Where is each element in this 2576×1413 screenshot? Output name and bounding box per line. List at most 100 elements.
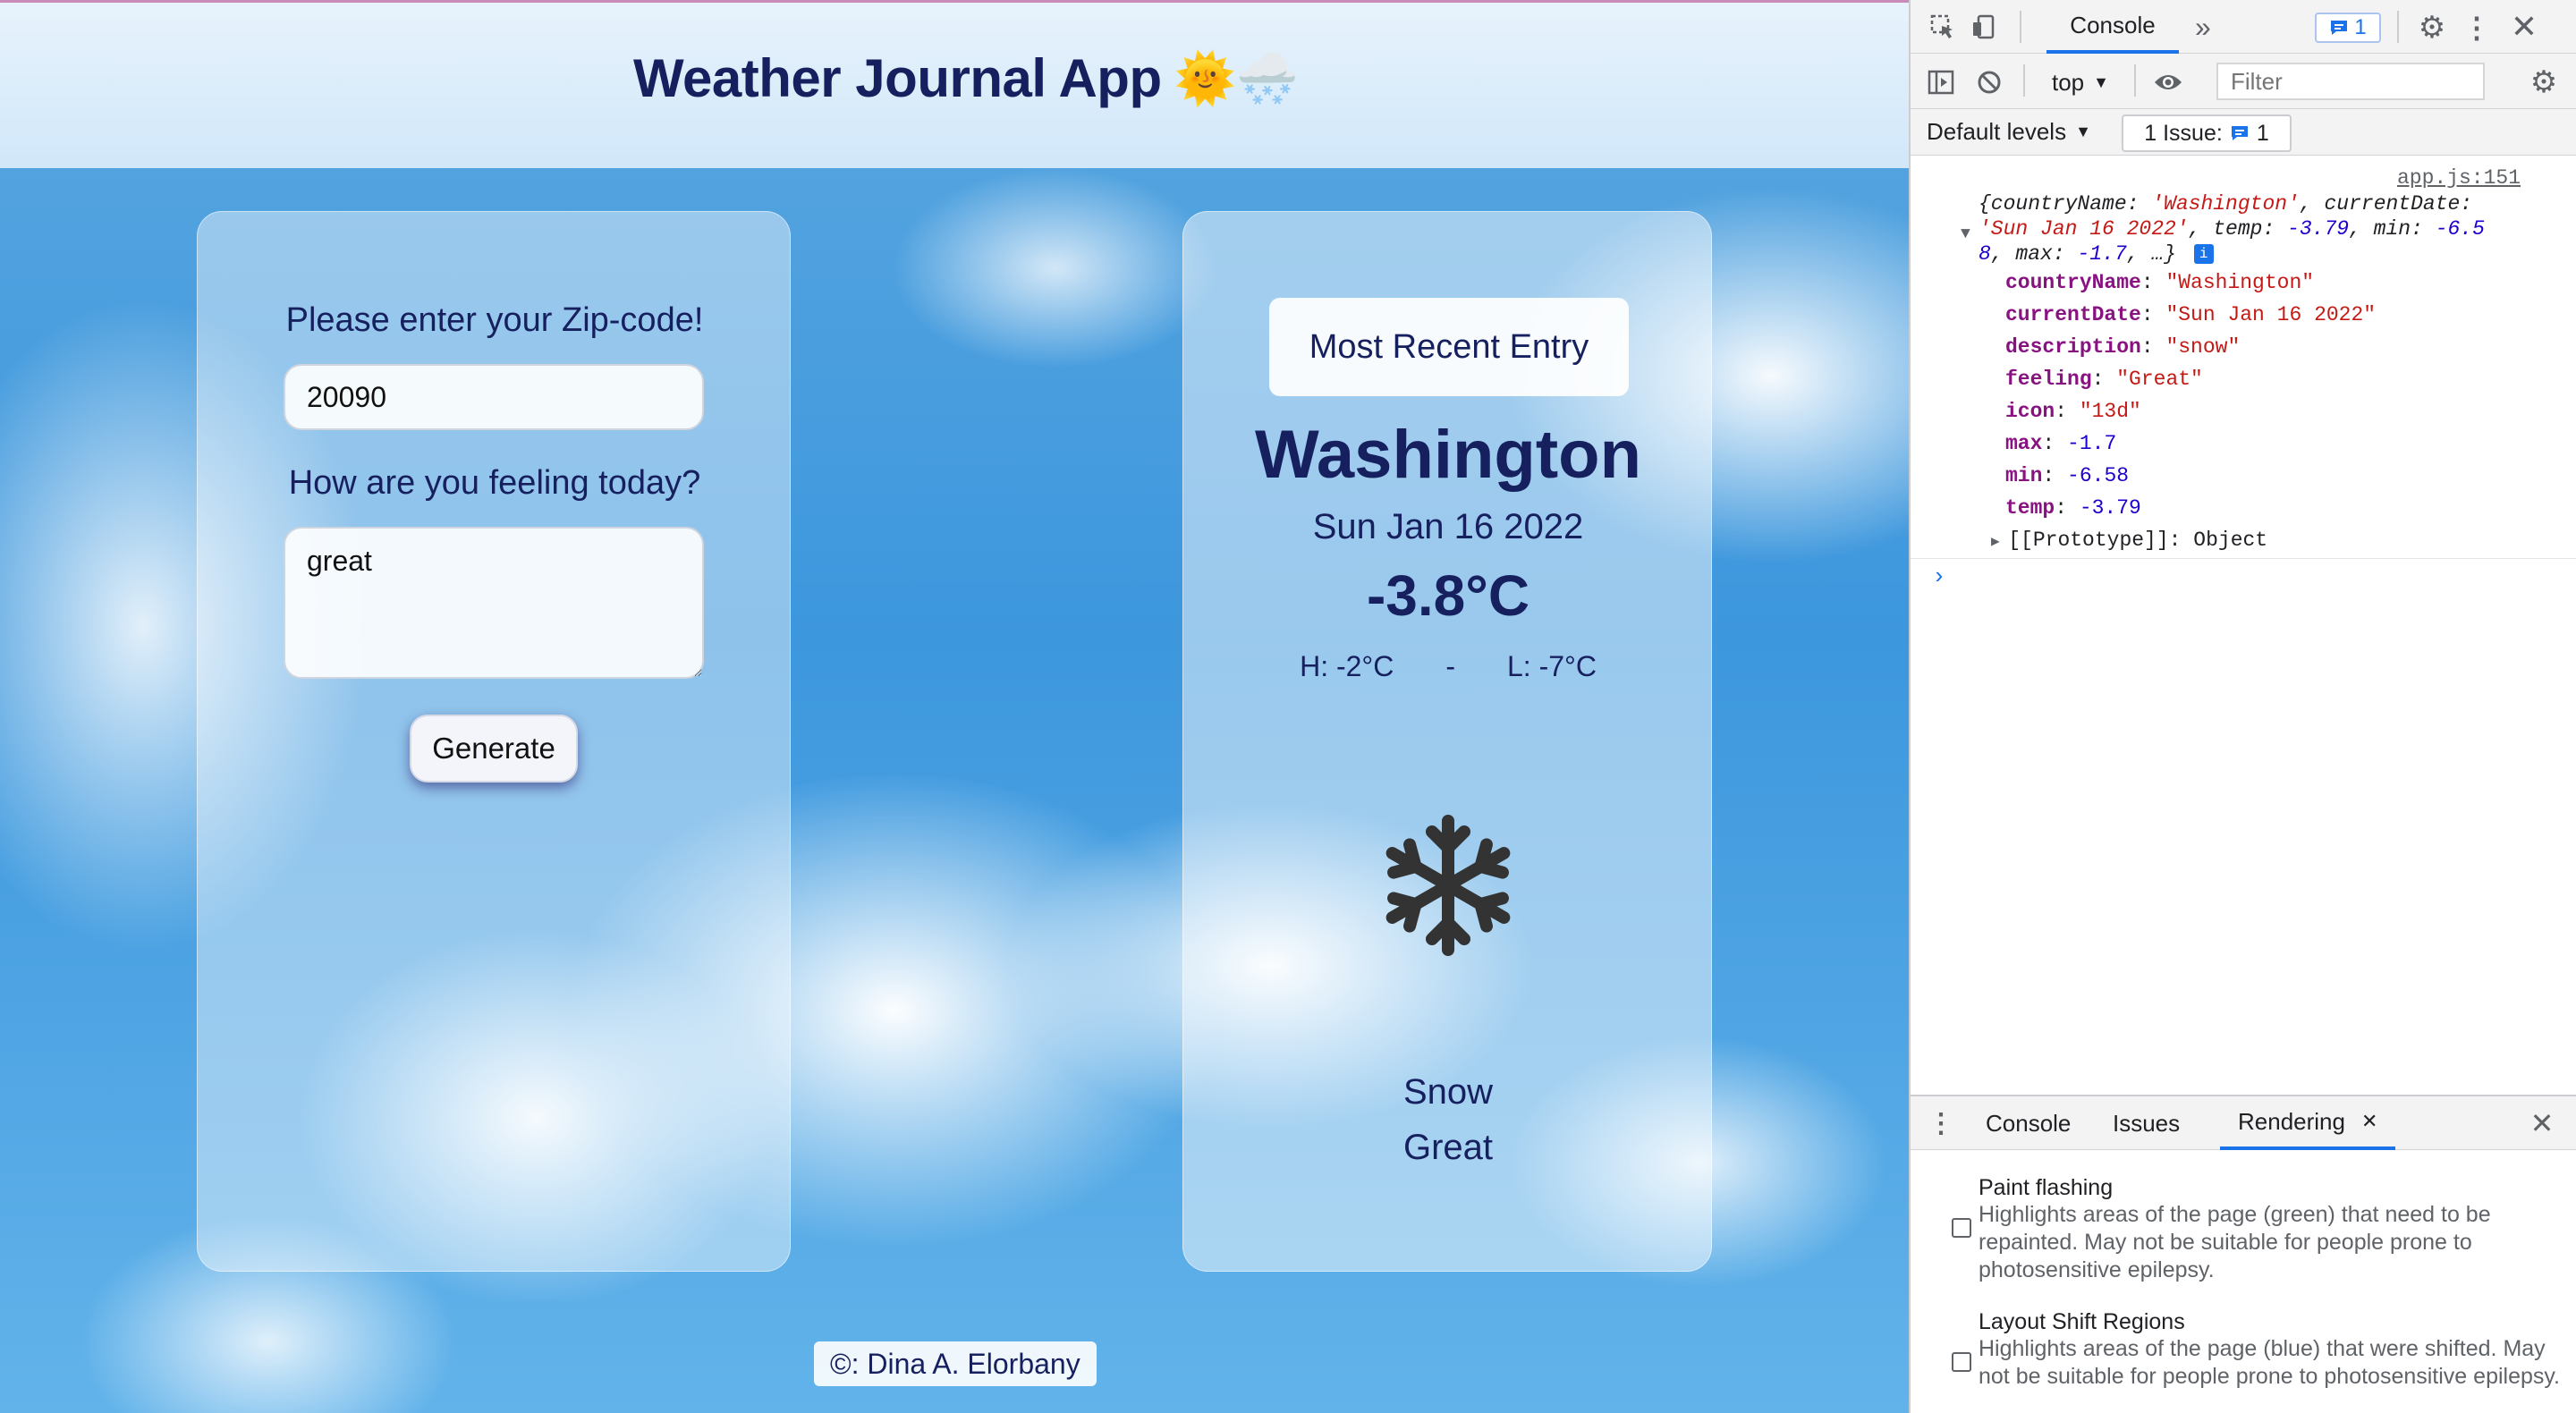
toolbar-divider <box>2397 11 2399 43</box>
toolbar-divider <box>2020 11 2021 43</box>
log-property-row: feeling: "Great" <box>2005 368 2203 391</box>
issues-counter-badge[interactable]: 1 <box>2315 13 2381 43</box>
paint-flashing-title: Paint flashing <box>1979 1175 2114 1200</box>
summary-text: , currentDate: <box>2299 192 2473 216</box>
paint-flashing-checkbox[interactable] <box>1952 1218 1971 1238</box>
property-key: description <box>2005 335 2141 359</box>
app-title: Weather Journal App 🌞🌨️ <box>633 47 1299 109</box>
tab-console[interactable]: Console <box>2046 0 2179 54</box>
sun-snow-emoji-icon: 🌞🌨️ <box>1174 49 1299 106</box>
entry-high-low-separator: - <box>1445 650 1455 682</box>
drawer-tab-rendering[interactable]: Rendering ✕ <box>2220 1096 2396 1150</box>
log-property-row: currentDate: "Sun Jan 16 2022" <box>2005 303 2377 326</box>
summary-number: 8 <box>1979 242 1991 266</box>
drawer-tab-bar: ⋮ Console Issues Rendering ✕ ✕ <box>1911 1095 2576 1150</box>
summary-text: , min: <box>2349 217 2436 241</box>
feeling-label: How are you feeling today? <box>288 464 701 502</box>
context-selector[interactable]: top ▼ <box>2052 66 2109 98</box>
entry-date: Sun Jan 16 2022 <box>1312 507 1584 546</box>
message-icon <box>2331 21 2348 35</box>
footer-credit: ©: Dina A. Elorbany <box>814 1341 1097 1386</box>
zip-code-label: Please enter your Zip-code! <box>285 301 704 339</box>
property-key: min <box>2005 464 2043 487</box>
generate-button[interactable]: Generate <box>410 715 578 783</box>
drawer-menu-kebab-icon[interactable]: ⋮ <box>1928 1105 1954 1141</box>
summary-number: -3.79 <box>2287 217 2350 241</box>
paint-flashing-description: Highlights areas of the page (green) tha… <box>1979 1202 2491 1282</box>
prototype-row[interactable]: ▶ [[Prototype]]: Object <box>1991 528 2267 554</box>
summary-string: 'Washington' <box>2151 192 2300 216</box>
zip-code-input[interactable] <box>284 364 704 430</box>
entry-high-low: H: -2°C - L: -7°C <box>1183 650 1713 683</box>
property-value: "Sun Jan 16 2022" <box>2165 303 2377 326</box>
layout-shift-title: Layout Shift Regions <box>1979 1309 2185 1334</box>
issues-pill-label: 1 Issue: <box>2144 120 2223 146</box>
log-source-link[interactable]: app.js:151 <box>2397 166 2521 190</box>
app-title-text: Weather Journal App <box>633 48 1162 108</box>
property-value: "13d" <box>2079 400 2141 423</box>
device-toolbar-icon[interactable] <box>1968 11 2000 43</box>
console-levels-bar: Default levels ▼ 1 Issue: 1 <box>1911 109 2576 156</box>
info-icon[interactable]: i <box>2193 243 2214 264</box>
summary-number: -1.7 <box>2077 242 2127 266</box>
layout-shift-checkbox[interactable] <box>1952 1352 1971 1372</box>
log-divider <box>1911 558 2576 559</box>
inspect-element-icon[interactable] <box>1927 11 1959 43</box>
toolbar-divider <box>2134 64 2136 97</box>
summary-number: -6.5 <box>2435 217 2485 241</box>
entry-high: H: -2°C <box>1300 650 1394 682</box>
close-drawer-icon[interactable]: ✕ <box>2524 1105 2560 1141</box>
prototype-value: Object <box>2193 529 2268 552</box>
settings-gear-icon[interactable]: ⚙ <box>2415 11 2449 45</box>
property-value: -6.58 <box>2067 464 2130 487</box>
layout-shift-setting: Layout Shift Regions Highlights areas of… <box>1979 1309 2560 1391</box>
console-output: app.js:151 ▼ {countryName: 'Washington',… <box>1911 156 2576 1095</box>
expand-triangle-icon: ▶ <box>1991 534 2009 550</box>
toolbar-divider <box>2023 64 2025 97</box>
close-devtools-icon[interactable]: ✕ <box>2506 8 2542 45</box>
caret-down-icon: ▼ <box>2075 123 2091 140</box>
app-header: Weather Journal App 🌞🌨️ <box>0 0 1909 168</box>
entry-description: Snow <box>1402 1072 1494 1112</box>
log-levels-dropdown[interactable]: Default levels ▼ <box>1927 118 2091 146</box>
property-value: "snow" <box>2165 335 2241 359</box>
property-key: feeling <box>2005 368 2092 391</box>
expand-triangle-icon[interactable]: ▼ <box>1961 225 1970 243</box>
console-filter-input[interactable] <box>2216 63 2485 100</box>
issues-pill-button[interactable]: 1 Issue: 1 <box>2122 114 2292 152</box>
devtools-panel: Console » 1 ⚙ ⋮ ✕ top ▼ ⚙ Default level <box>1909 0 2576 1413</box>
entry-city: Washington <box>1255 417 1641 493</box>
paint-flashing-setting: Paint flashing Highlights areas of the p… <box>1979 1175 2560 1284</box>
show-sidebar-icon[interactable] <box>1925 66 1957 98</box>
log-levels-label: Default levels <box>1927 118 2067 145</box>
property-value: -1.7 <box>2067 432 2117 455</box>
issues-count: 1 <box>2354 15 2367 39</box>
log-property-row: description: "snow" <box>2005 335 2241 359</box>
log-object-summary[interactable]: {countryName: 'Washington', currentDate:… <box>1979 191 2551 267</box>
entry-feeling: Great <box>1402 1128 1494 1167</box>
log-property-row: temp: -3.79 <box>2005 496 2141 520</box>
summary-text: , temp: <box>2188 217 2288 241</box>
close-tab-icon[interactable]: ✕ <box>2361 1110 2377 1133</box>
more-options-kebab-icon[interactable]: ⋮ <box>2462 11 2491 45</box>
property-value: -3.79 <box>2079 496 2141 520</box>
drawer-tab-rendering-label: Rendering <box>2238 1107 2345 1135</box>
entry-temperature: -3.8°C <box>1366 563 1530 628</box>
more-tabs-chevron-icon[interactable]: » <box>2195 11 2211 44</box>
layout-shift-description: Highlights areas of the page (blue) that… <box>1979 1336 2560 1389</box>
summary-text: , …} <box>2126 242 2176 266</box>
clear-console-icon[interactable] <box>1973 66 2005 98</box>
live-expression-eye-icon[interactable] <box>2150 64 2186 100</box>
summary-string: 'Sun Jan 16 2022' <box>1979 217 2189 241</box>
console-prompt-chevron-icon[interactable]: › <box>1932 563 1946 590</box>
property-key: currentDate <box>2005 303 2141 326</box>
property-value: "Washington" <box>2165 271 2315 294</box>
drawer-tab-issues[interactable]: Issues <box>2113 1096 2180 1150</box>
entry-low: L: -7°C <box>1506 650 1597 682</box>
console-settings-gear-icon[interactable]: ⚙ <box>2526 64 2562 100</box>
weather-app-page: Weather Journal App 🌞🌨️ Please enter you… <box>0 0 1909 1413</box>
summary-text: , max: <box>1990 242 2078 266</box>
feeling-textarea[interactable]: great <box>284 527 704 679</box>
drawer-tab-console[interactable]: Console <box>1986 1096 2071 1150</box>
caret-down-icon: ▼ <box>2093 72 2109 91</box>
